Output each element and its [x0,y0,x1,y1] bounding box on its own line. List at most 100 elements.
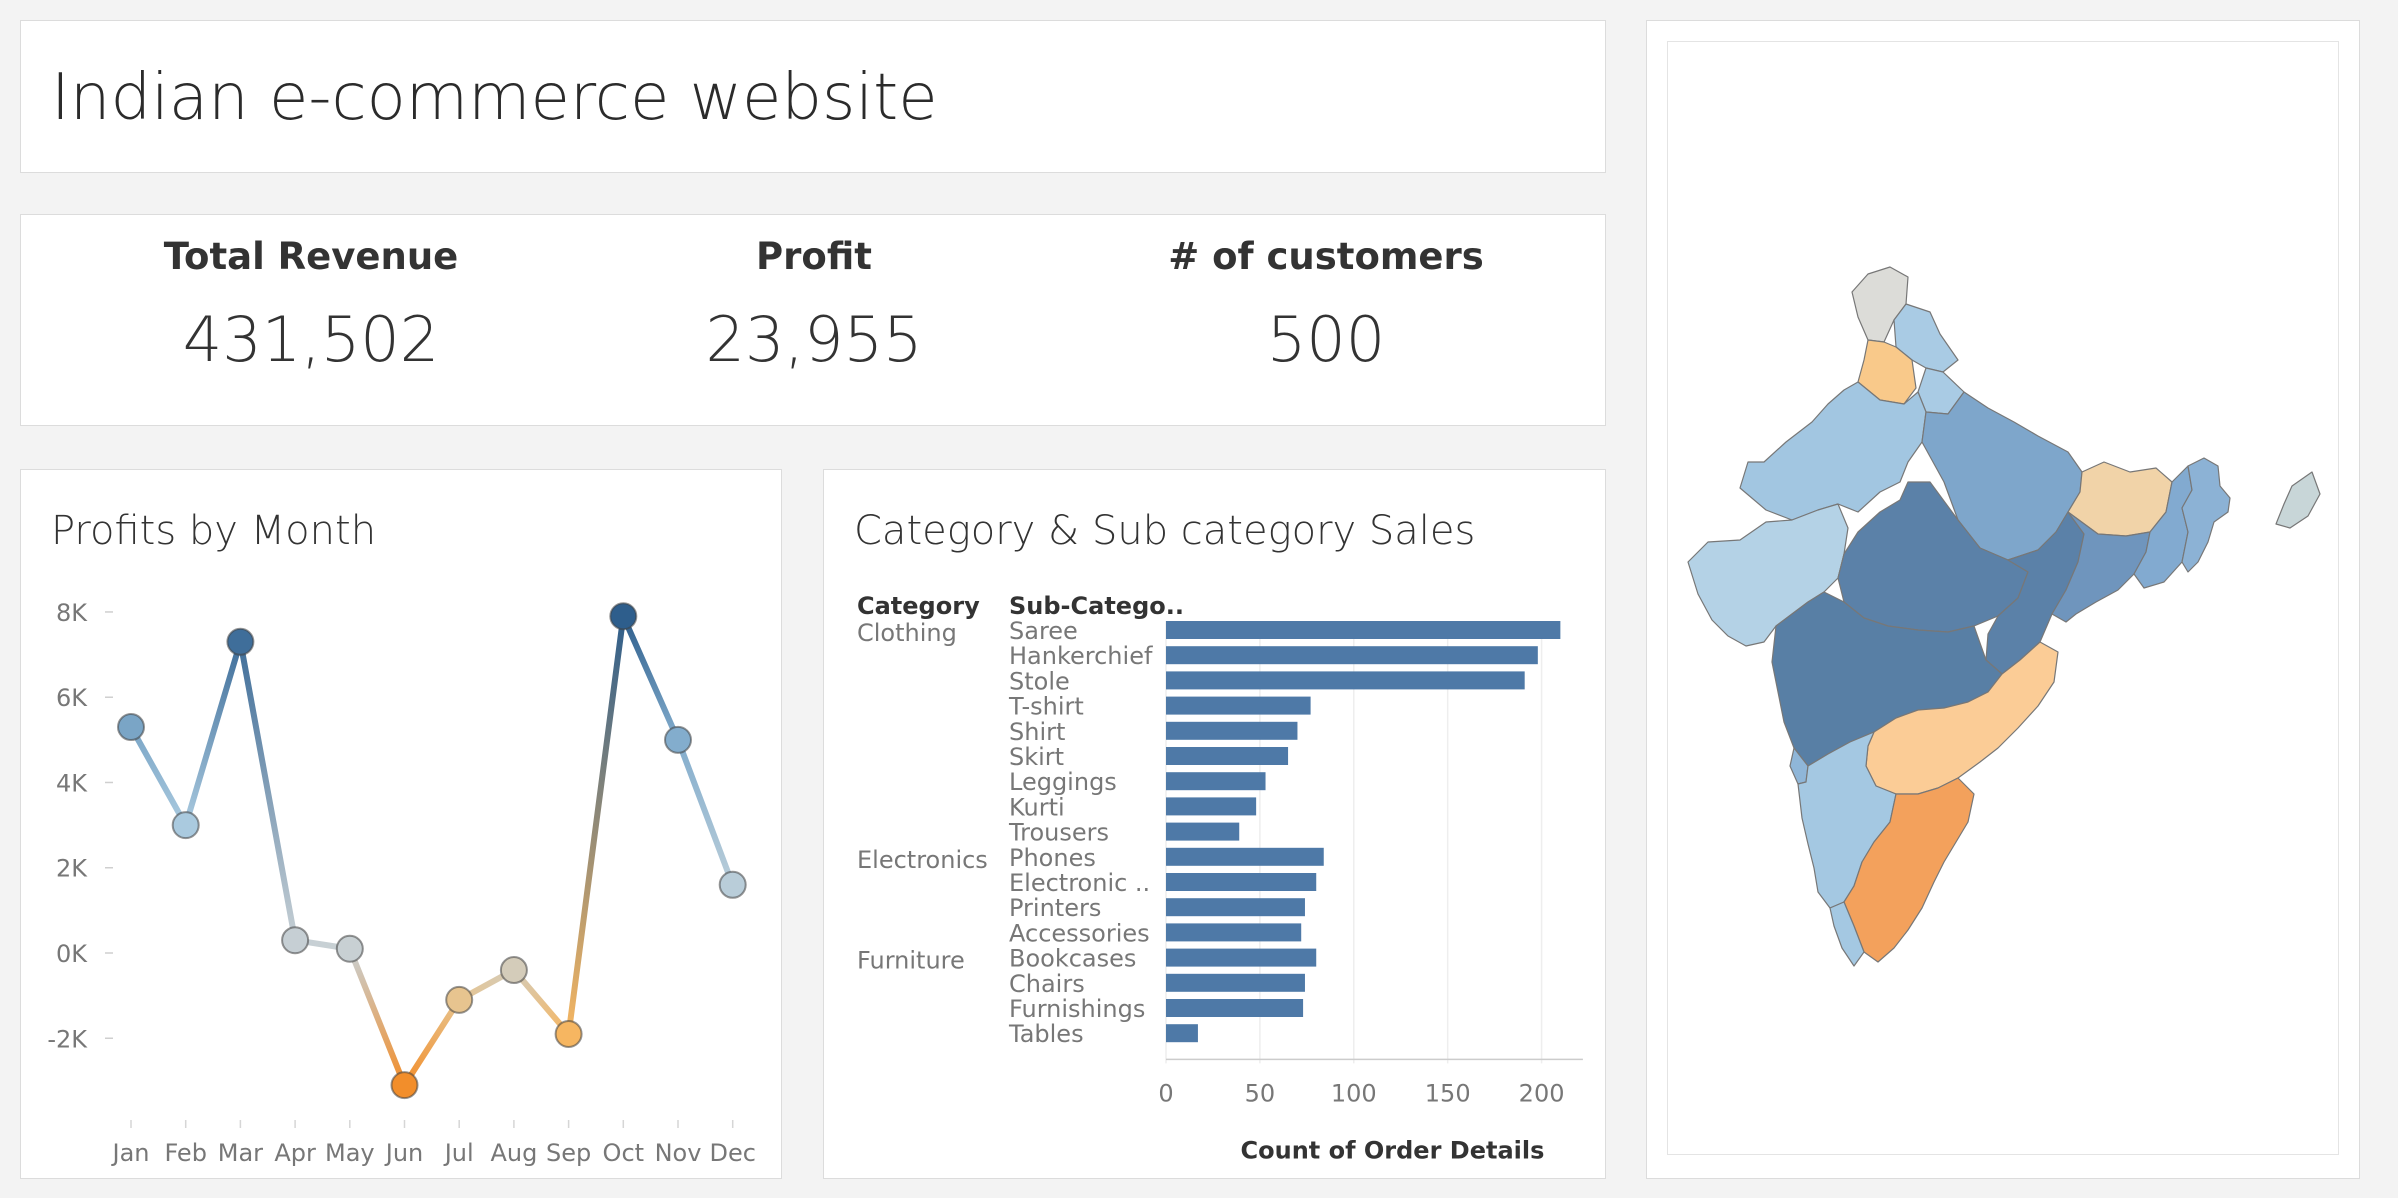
x-tick-label: Oct [603,1139,645,1167]
bar-chairs[interactable] [1166,973,1305,992]
x-tick-label: Jan [111,1139,150,1167]
x-tick-label: 50 [1245,1079,1276,1107]
line-point-jan[interactable] [117,713,145,742]
line-point-mar[interactable] [226,627,255,656]
line-segment [401,996,463,1089]
subcategory-label: Bookcases [1009,945,1136,973]
bar-accessories[interactable] [1166,923,1302,942]
india-map[interactable] [1668,42,2338,1154]
x-tick-label: Feb [164,1139,207,1167]
bar-leggings[interactable] [1166,772,1266,791]
x-tick-label: 150 [1425,1079,1471,1107]
kpi-panel: Total Revenue 431,502 Profit 23,955 # of… [20,214,1606,426]
subcategory-label: Hankerchief [1009,642,1153,670]
line-point-jun[interactable] [390,1071,419,1100]
category-sales-panel: Category & Sub category Sales Category Su… [823,469,1606,1179]
bar-saree[interactable] [1166,621,1561,639]
subcategory-label: Skirt [1009,743,1064,771]
x-tick-label: Dec [709,1139,755,1167]
kpi-label: Total Revenue [163,235,459,278]
x-tick-label: 100 [1331,1079,1377,1107]
map-frame [1667,41,2339,1155]
line-point-nov[interactable] [664,725,692,754]
x-axis-label: Count of Order Details [1241,1136,1545,1164]
kpi-label: # of customers [1168,235,1484,278]
column-header-subcategory: Sub-Catego.. [1009,592,1184,620]
subcategory-label: Accessories [1009,919,1150,947]
line-point-sep[interactable] [554,1019,583,1048]
x-tick-label: Apr [274,1139,316,1167]
profits-by-month-panel: Profits by Month 8K 6K 4K 2K 0K -2K Jan Feb Mar A… [20,469,782,1179]
category-label: Clothing [857,619,957,647]
subcategory-label: Leggings [1009,768,1117,796]
map-region-andaman[interactable] [2275,471,2321,529]
bar-kurti[interactable] [1166,797,1257,816]
line-point-dec[interactable] [718,870,747,899]
bar-furnishings[interactable] [1166,999,1304,1017]
bar-shirt[interactable] [1166,721,1298,740]
subcategory-label: Saree [1009,617,1078,645]
title-panel: Indian e-commerce website [20,20,1606,173]
bar-hankerchief[interactable] [1166,646,1538,665]
y-tick-label: 8K [56,599,88,627]
line-segment [346,945,408,1089]
line-segment [237,638,299,944]
bar-bookcases[interactable] [1166,948,1317,967]
line-segment [182,638,244,829]
subcategory-label: Electronic .. [1009,869,1150,897]
x-tick-label: 200 [1519,1079,1565,1107]
line-segment [620,613,681,743]
x-tick-label: Aug [490,1139,537,1167]
x-tick-label: Nov [655,1139,702,1167]
subcategory-label: Shirt [1009,718,1065,746]
line-point-oct[interactable] [609,602,638,631]
x-tick-label: May [325,1139,375,1167]
kpi-value: 23,955 [705,303,923,376]
map-region-rajasthan[interactable] [1739,381,1927,521]
line-point-jul[interactable] [445,985,474,1014]
subcategory-label: T-shirt [1008,693,1084,721]
x-tick-label: Jul [443,1139,474,1167]
kpi-label: Profit [756,235,872,278]
line-point-apr[interactable] [281,926,310,955]
category-label: Furniture [857,947,965,975]
profits-line-chart: 8K 6K 4K 2K 0K -2K Jan Feb Mar Apr May Jun Jul Aug Sep… [47,599,756,1167]
subcategory-label: Trousers [1008,819,1109,847]
line-point-aug[interactable] [499,956,528,985]
x-tick-label: Jun [384,1139,424,1167]
y-tick-label: 2K [56,855,88,883]
line-segment [675,736,736,888]
y-tick-label: 0K [56,940,88,968]
subcategory-label: Phones [1009,844,1096,872]
line-point-may[interactable] [335,934,364,963]
bar-electronic[interactable] [1166,873,1317,891]
category-bar-chart: Category Sub-Catego.. Clothing SareeHankerc… [857,592,1583,1164]
x-tick-label: Sep [546,1139,591,1167]
x-tick-label: Mar [218,1139,263,1167]
subcategory-label: Tables [1008,1020,1084,1048]
kpi-value: 500 [1266,303,1386,376]
bar-printers[interactable] [1166,898,1305,917]
subcategory-label: Kurti [1009,793,1065,821]
y-tick-label: 4K [56,769,88,797]
map-region-northeast[interactable] [2181,457,2231,573]
line-segment [565,613,627,1037]
category-label: Electronics [857,846,988,874]
subcategory-label: Stole [1009,667,1070,695]
bar-phones[interactable] [1166,847,1324,866]
y-tick-label: 6K [56,684,88,712]
column-header-category: Category [857,592,980,620]
bar-stole[interactable] [1166,671,1525,690]
y-tick-label: -2K [47,1025,88,1053]
line-segment [128,724,189,829]
bar-tables[interactable] [1166,1024,1198,1043]
line-point-feb[interactable] [171,811,200,840]
map-panel [1646,20,2360,1179]
subcategory-label: Printers [1009,894,1101,922]
bar-trousers[interactable] [1166,822,1240,841]
bar-skirt[interactable] [1166,747,1289,765]
kpi-value: 431,502 [182,303,440,376]
subcategory-label: Furnishings [1009,995,1145,1023]
bar-t-shirt[interactable] [1166,696,1311,715]
x-tick-label: 0 [1158,1079,1173,1107]
